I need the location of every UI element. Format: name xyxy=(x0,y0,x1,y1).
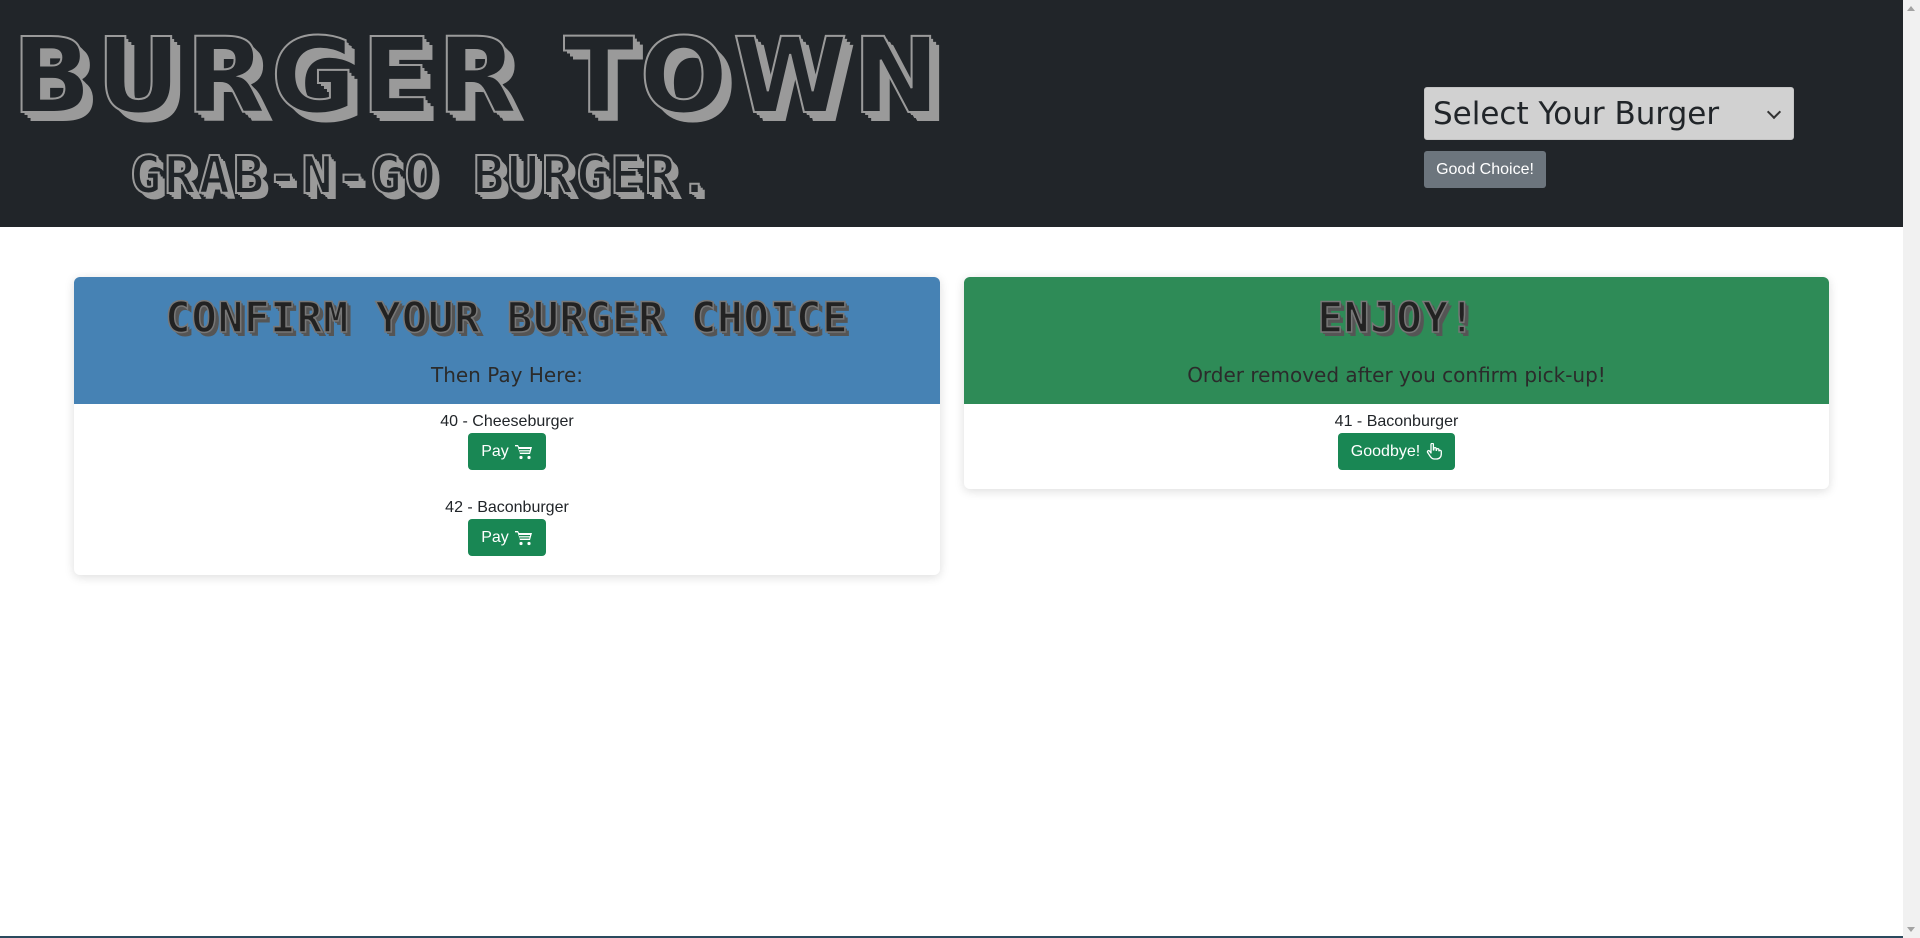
enjoy-card-header: ENJOY! Order removed after you confirm p… xyxy=(964,277,1829,404)
order-label: 42 - Baconburger xyxy=(445,499,569,516)
pay-button-label: Pay xyxy=(481,442,509,460)
confirm-card-header: CONFIRM YOUR BURGER CHOICE Then Pay Here… xyxy=(74,277,940,404)
confirm-card-title: CONFIRM YOUR BURGER CHOICE xyxy=(165,292,849,343)
list-item: 42 - Baconburger Pay xyxy=(74,496,940,556)
pay-button[interactable]: Pay xyxy=(468,433,546,470)
brand-subtitle: GRAB-N-GO BURGER. xyxy=(129,146,714,206)
enjoy-card-subtitle: Order removed after you confirm pick-up! xyxy=(1187,363,1606,387)
order-label: 41 - Baconburger xyxy=(1334,413,1459,430)
header: BURGER TOWN GRAB-N-GO BURGER. Select You… xyxy=(0,0,1903,227)
pay-button-label: Pay xyxy=(481,528,509,546)
hand-pointer-icon xyxy=(1427,443,1443,460)
pay-button[interactable]: Pay xyxy=(468,519,546,556)
list-item: 41 - Baconburger Goodbye! xyxy=(964,410,1829,470)
chevron-down-icon xyxy=(1766,104,1782,119)
order-label: 40 - Cheeseburger xyxy=(440,413,574,430)
scroll-down-icon[interactable] xyxy=(1907,927,1915,932)
goodbye-button-label: Goodbye! xyxy=(1350,442,1421,460)
confirm-card: CONFIRM YOUR BURGER CHOICE Then Pay Here… xyxy=(74,277,940,575)
list-item: 40 - Cheeseburger Pay xyxy=(74,410,940,470)
enjoy-card-title: ENJOY! xyxy=(1317,292,1476,343)
burger-select-value: Select Your Burger xyxy=(1433,95,1720,132)
enjoy-card: ENJOY! Order removed after you confirm p… xyxy=(964,277,1829,489)
goodbye-button[interactable]: Goodbye! xyxy=(1337,433,1456,470)
burger-select[interactable]: Select Your Burger xyxy=(1424,87,1794,140)
page: BURGER TOWN GRAB-N-GO BURGER. Select You… xyxy=(0,0,1903,938)
cart-icon xyxy=(514,530,532,545)
brand-title: BURGER TOWN xyxy=(11,15,945,137)
confirm-card-subtitle: Then Pay Here: xyxy=(430,363,583,387)
good-choice-button[interactable]: Good Choice! xyxy=(1424,151,1546,188)
scroll-up-icon[interactable] xyxy=(1907,6,1915,11)
cart-icon xyxy=(514,444,532,459)
vertical-scrollbar[interactable] xyxy=(1903,0,1920,938)
